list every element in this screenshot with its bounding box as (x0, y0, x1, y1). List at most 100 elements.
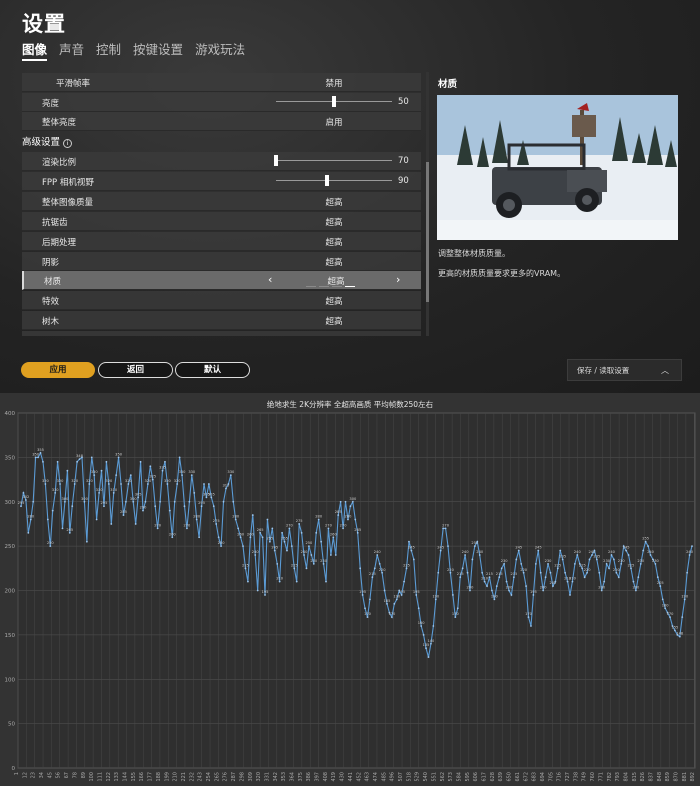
data-label: 280 (345, 515, 353, 519)
tab-1[interactable]: 声音 (59, 39, 84, 61)
data-point (481, 571, 484, 574)
data-point (332, 536, 335, 539)
data-label: 225 (628, 563, 635, 567)
x-tick-label: 463 (365, 772, 371, 782)
x-tick-label: 100 (89, 772, 95, 782)
setting-slider[interactable] (276, 175, 392, 186)
setting-row[interactable]: 整体亮度 启用 (22, 112, 421, 131)
data-point (54, 491, 57, 494)
data-label: 240 (374, 550, 382, 554)
setting-row[interactable]: 整体图像质量 超高 (22, 192, 421, 211)
data-point (42, 460, 44, 463)
y-tick-label: 150 (5, 633, 16, 639)
settings-scrollbar[interactable] (426, 72, 429, 336)
setting-row[interactable]: 树木 超高 (22, 311, 421, 330)
setting-row[interactable]: 渲染比例 70 (22, 152, 421, 171)
data-label: 220 (520, 568, 528, 572)
data-point (122, 514, 125, 516)
slider-knob[interactable] (325, 175, 330, 186)
preview-description: 调整整体材质质量。 (438, 249, 510, 258)
tab-3[interactable]: 按键设置 (133, 39, 183, 61)
data-label: 220 (584, 568, 592, 572)
data-label: 230 (310, 559, 318, 563)
data-point (105, 460, 108, 463)
save-load-label: 保存 / 读取设置 (577, 366, 630, 375)
data-point (134, 523, 137, 525)
slider-knob[interactable] (332, 96, 336, 107)
setting-row[interactable]: 亮度 50 (22, 93, 421, 112)
data-point (110, 523, 113, 525)
data-label: 220 (613, 568, 621, 572)
slider-knob[interactable] (274, 155, 278, 166)
data-point (512, 576, 515, 579)
setting-value: 超高 (325, 198, 343, 208)
data-label: 305 (208, 492, 215, 496)
data-label: 320 (71, 479, 79, 483)
data-point (515, 558, 518, 561)
data-label: 270 (286, 523, 294, 527)
info-icon[interactable]: i (63, 139, 73, 148)
data-point (259, 531, 262, 534)
data-point (286, 549, 288, 552)
save-load-settings-button[interactable]: 保存 / 读取设置 ︿ (567, 359, 682, 381)
setting-row[interactable]: 特效 超高 (22, 291, 421, 310)
setting-value: 超高 (325, 317, 343, 327)
data-label: 355 (37, 448, 44, 452)
x-tick-label: 562 (440, 772, 446, 782)
data-point (320, 540, 323, 543)
tab-0[interactable]: 图像 (22, 39, 48, 61)
setting-row[interactable]: 材质 超高 ‹ › (22, 271, 421, 290)
data-label: 215 (457, 572, 464, 576)
setting-slider[interactable] (276, 96, 392, 107)
data-point (627, 554, 630, 556)
data-point (654, 562, 657, 565)
data-point (222, 500, 225, 503)
data-label: 270 (340, 523, 348, 527)
data-label: 230 (637, 559, 645, 563)
data-point (295, 580, 298, 583)
setting-row[interactable]: 平滑帧率 禁用 (22, 73, 421, 92)
data-label: 310 (96, 488, 104, 492)
tab-2[interactable]: 控制 (96, 39, 121, 61)
data-label: 320 (86, 479, 94, 483)
data-point (430, 642, 432, 645)
data-point (369, 598, 371, 601)
data-label: 320 (144, 479, 152, 483)
chevron-right-icon[interactable]: › (396, 273, 400, 286)
default-button[interactable]: 默认 (175, 362, 250, 378)
y-tick-label: 300 (5, 500, 16, 506)
data-point (681, 616, 684, 619)
data-point (466, 571, 469, 574)
setting-row[interactable]: 后期处理 超高 (22, 232, 421, 251)
setting-row[interactable]: 阴影 超高 (22, 252, 421, 271)
preview-image (437, 95, 678, 240)
data-point (132, 500, 135, 503)
data-point (337, 514, 340, 516)
data-point (78, 458, 81, 461)
data-point (281, 531, 283, 534)
data-point (283, 540, 286, 543)
data-label: 335 (159, 466, 166, 470)
x-tick-label: 452 (356, 772, 362, 782)
data-point (376, 554, 379, 556)
back-button[interactable]: 返回 (98, 362, 173, 378)
setting-value: 超高 (325, 218, 343, 228)
scrollbar-thumb[interactable] (426, 162, 429, 302)
x-tick-label: 507 (398, 772, 404, 782)
x-tick-label: 397 (315, 772, 321, 782)
chevron-left-icon[interactable]: ‹ (268, 273, 272, 286)
setting-slider[interactable] (274, 155, 392, 166)
x-tick-label: 892 (690, 772, 696, 782)
x-tick-label: 716 (557, 772, 563, 782)
setting-row[interactable]: 抗锯齿 超高 (22, 212, 421, 231)
x-tick-label: 760 (590, 772, 596, 782)
setting-row[interactable]: 可视距离 超高 (22, 331, 421, 336)
data-point (573, 562, 576, 565)
x-tick-label: 287 (231, 772, 237, 782)
y-tick-label: 400 (5, 411, 16, 417)
tab-4[interactable]: 游戏玩法 (195, 39, 245, 61)
data-point (115, 474, 118, 477)
setting-row[interactable]: FPP 相机视野 90 (22, 172, 421, 191)
apply-button[interactable]: 应用 (21, 362, 95, 378)
data-point (264, 594, 266, 596)
